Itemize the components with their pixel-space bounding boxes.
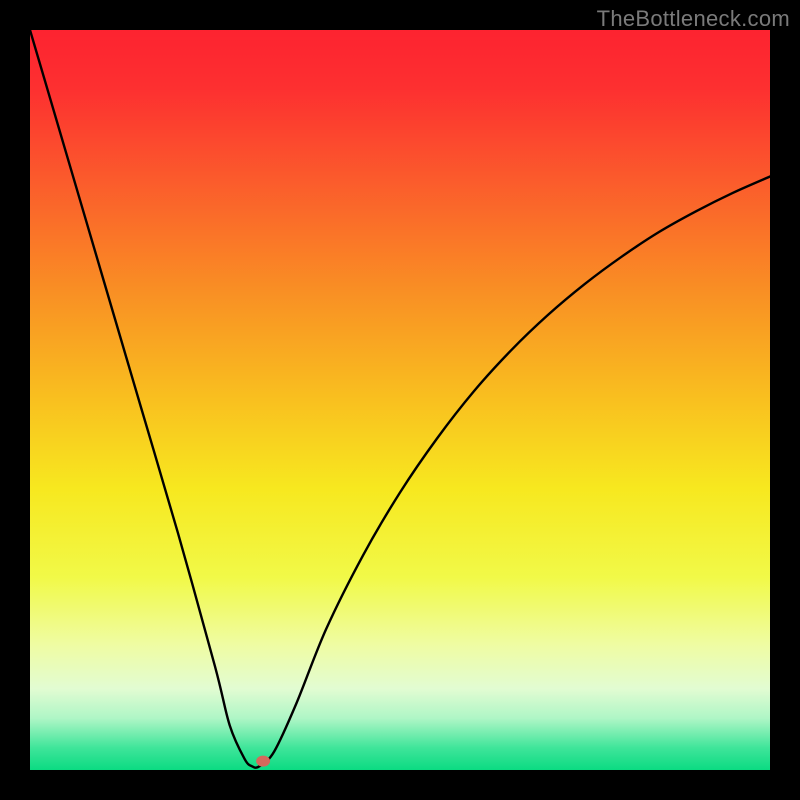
chart-background [30, 30, 770, 770]
plot-area [30, 30, 770, 770]
optimal-marker [256, 756, 270, 767]
watermark-text: TheBottleneck.com [597, 6, 790, 32]
chart-frame: TheBottleneck.com [0, 0, 800, 800]
chart-svg [30, 30, 770, 770]
